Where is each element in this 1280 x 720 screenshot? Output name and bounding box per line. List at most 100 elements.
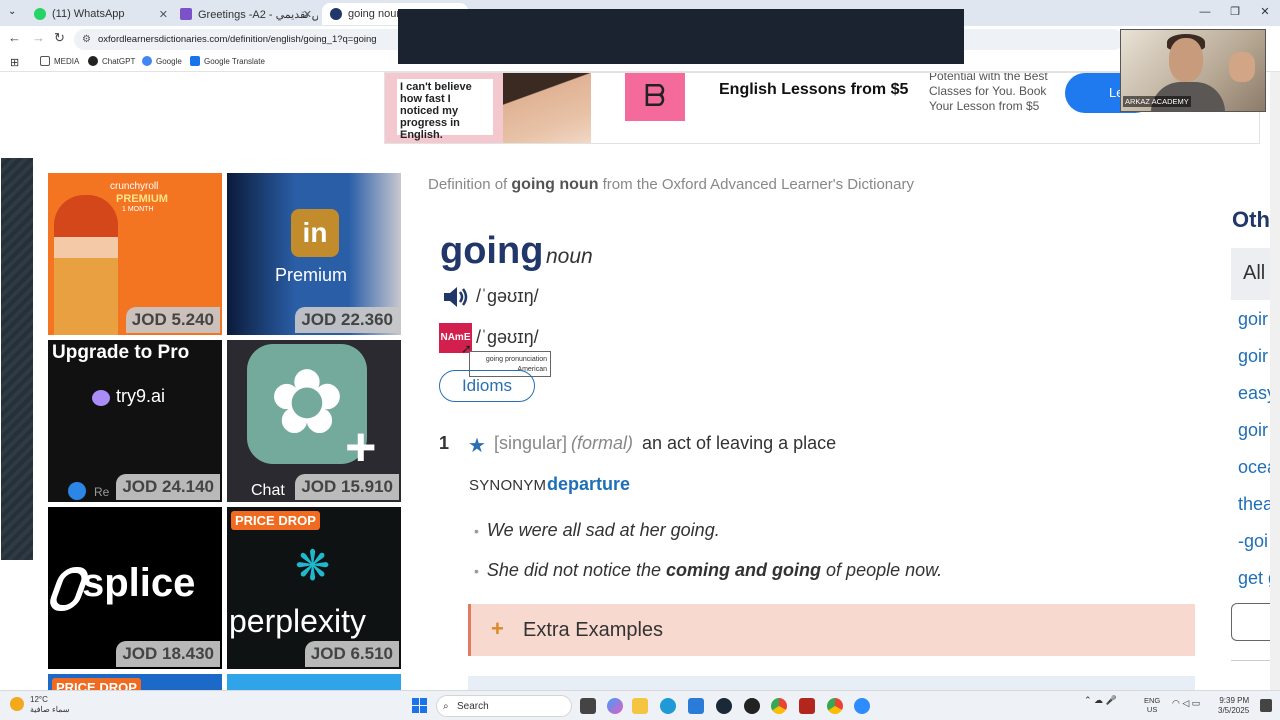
window-controls: — ❐ ✕	[1190, 0, 1280, 26]
tab-search-icon[interactable]: ⌄	[8, 6, 16, 17]
close-icon[interactable]: ✕	[159, 8, 168, 21]
bookmark-label: MEDIA	[54, 56, 80, 66]
bookmark-google[interactable]: Google	[142, 56, 182, 66]
ad-price: JOD 15.910	[295, 474, 399, 500]
part-of-speech: noun	[546, 245, 593, 268]
speaker-icon[interactable]	[441, 284, 471, 310]
ad-tile-perplexity[interactable]: PRICE DROP ❋ perplexity JOD 6.510	[227, 507, 401, 669]
synonym-link[interactable]: departure	[547, 474, 630, 495]
tooltip-line: going pronunciation	[485, 356, 547, 363]
apps-icon[interactable]: ⊞	[10, 56, 19, 69]
example-sentence: • We were all sad at her going.	[474, 520, 720, 541]
other-result-link[interactable]: thea	[1238, 494, 1273, 515]
plus-icon: +	[345, 417, 377, 477]
chatgpt-icon	[88, 56, 98, 66]
grammar-label: [singular]	[494, 433, 568, 453]
webcam-overlay: ARKAZ ACADEMY	[1120, 29, 1266, 112]
zoom-icon[interactable]	[854, 698, 870, 714]
ad-tile-chatgpt[interactable]: ✿ + Chat JOD 15.910	[227, 340, 401, 502]
ad-speech-bubble: I can't believe how fast I noticed my pr…	[397, 79, 493, 141]
redaction-overlay	[398, 9, 964, 64]
close-icon[interactable]: ✕	[303, 8, 312, 21]
language-indicator[interactable]: ENG US	[1144, 696, 1160, 714]
chrome-profile-icon[interactable]	[827, 698, 843, 714]
restore-icon[interactable]: ❐	[1220, 0, 1250, 26]
bookmark-label: Google Translate	[204, 56, 265, 66]
verified-icon	[68, 482, 86, 500]
minimize-icon[interactable]: —	[1190, 0, 1220, 26]
acrobat-icon[interactable]	[799, 698, 815, 714]
steam-icon[interactable]	[716, 698, 732, 714]
tab-whatsapp[interactable]: (11) WhatsApp ✕	[26, 3, 174, 25]
clock[interactable]: 9:39 PM 3/5/2025	[1218, 696, 1249, 716]
ad-sub: PREMIUM	[116, 193, 168, 205]
ad-tile-partial[interactable]	[227, 674, 401, 690]
notification-bell-icon[interactable]	[1260, 699, 1272, 712]
def-prefix: Definition of	[428, 176, 508, 193]
linkedin-icon: in	[291, 209, 339, 257]
chrome-icon[interactable]	[771, 698, 787, 714]
temperature: 12°C	[30, 695, 48, 704]
ad-tile-splice[interactable]: splice JOD 18.430	[48, 507, 222, 669]
url-text: oxfordlearnersdictionaries.com/definitio…	[98, 34, 377, 45]
price-drop-badge: PRICE DROP	[52, 678, 141, 690]
wifi-volume-battery-icons[interactable]: ◠ ◁ ▭	[1172, 698, 1200, 709]
webcam-face	[1169, 38, 1203, 82]
weather-widget[interactable]: 12°C سماء صافية	[10, 695, 70, 715]
bookmark-chatgpt[interactable]: ChatGPT	[88, 56, 135, 66]
webcam-label: ARKAZ ACADEMY	[1123, 96, 1191, 107]
page-scrollbar[interactable]	[1270, 72, 1280, 690]
back-icon[interactable]: ←	[8, 30, 21, 45]
definition-source: Definition of going noun from the Oxford…	[428, 176, 914, 194]
bullet-icon: •	[474, 523, 479, 539]
tab-greetings[interactable]: Greetings -A2 - عرض تقديمي ✕	[172, 3, 318, 25]
extra-examples-toggle[interactable]: + Extra Examples	[468, 604, 1195, 656]
ad-tile-try9[interactable]: Upgrade to Pro try9.ai Re JOD 24.140	[48, 340, 222, 502]
reload-icon[interactable]: ↻	[54, 30, 65, 46]
taskbar: 12°C سماء صافية ⌕ Search ⌃ ☁ 🎤 ENG US ◠ …	[0, 690, 1280, 720]
store-icon[interactable]	[688, 698, 704, 714]
ad-brand: Chat	[251, 482, 285, 499]
search-placeholder: Search	[457, 701, 489, 712]
other-result-link[interactable]: goir	[1238, 309, 1268, 330]
folder-icon[interactable]	[632, 698, 648, 714]
ad-tile-linkedin[interactable]: in Premium JOD 22.360	[227, 173, 401, 335]
bullet-icon: •	[474, 563, 479, 579]
idioms-button[interactable]: Idioms	[439, 370, 535, 402]
bookmark-google-translate[interactable]: Google Translate	[190, 56, 265, 66]
example-sentence: • She did not notice the coming and going…	[474, 560, 942, 581]
ad-image: I can't believe how fast I noticed my pr…	[385, 73, 591, 143]
windows-start-icon[interactable]	[412, 698, 428, 714]
close-window-icon[interactable]: ✕	[1250, 0, 1280, 26]
ad-price: JOD 24.140	[116, 474, 220, 500]
bookmark-media[interactable]: MEDIA	[40, 56, 79, 66]
site-info-icon[interactable]: ⚙	[82, 29, 91, 50]
example-text: We were all sad at her going.	[486, 520, 720, 540]
ad-price: JOD 18.430	[116, 641, 220, 667]
ad-tile-crunchyroll[interactable]: crunchyroll PREMIUM 1 MONTH JOD 5.240	[48, 173, 222, 335]
system-tray-icons[interactable]: ⌃ ☁ 🎤	[1084, 695, 1117, 706]
example-text: of people now.	[821, 560, 943, 580]
other-result-link[interactable]: goir	[1238, 420, 1268, 441]
google-icon	[142, 56, 152, 66]
edge-icon[interactable]	[660, 698, 676, 714]
ad-tile-partial[interactable]: PRICE DROP	[48, 674, 222, 690]
forward-icon[interactable]: →	[32, 30, 45, 45]
bookmark-label: Google	[156, 56, 182, 66]
file-manager-icon[interactable]	[580, 698, 596, 714]
taskbar-search[interactable]: ⌕ Search	[436, 695, 572, 717]
lang-line: ENG	[1144, 696, 1161, 705]
whatsapp-icon	[34, 8, 46, 20]
oxford-icon	[330, 8, 342, 20]
ad-sub: Premium	[275, 265, 348, 285]
chatgpt-app-icon[interactable]	[744, 698, 760, 714]
copilot-icon[interactable]	[607, 698, 623, 714]
anime-character	[54, 195, 118, 335]
weather-icon	[10, 697, 24, 711]
lang-line: US	[1146, 705, 1158, 714]
tab-label: Greetings -A2 - عرض تقديمي	[198, 8, 318, 21]
other-result-link[interactable]: goir	[1238, 346, 1268, 367]
star-icon[interactable]: ★	[468, 433, 486, 458]
synonym-label: SYNONYM	[469, 477, 547, 494]
other-result-link[interactable]: -goi	[1238, 531, 1268, 552]
